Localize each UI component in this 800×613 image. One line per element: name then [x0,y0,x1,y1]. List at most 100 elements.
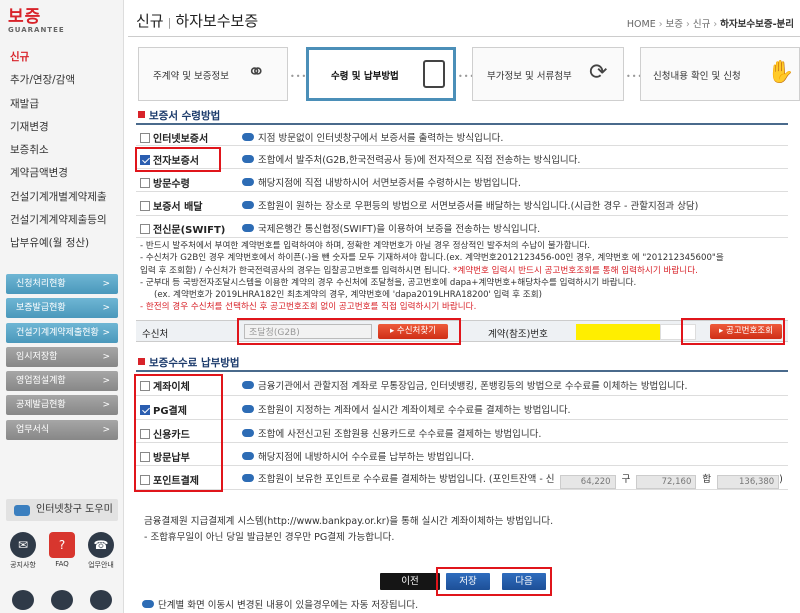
receive-option-visit[interactable]: 방문수령 [140,175,190,190]
section-bullet-icon [138,111,145,118]
points-old-value: 72,160 [636,475,697,489]
receive-section-title: 보증서 수령방법 [138,108,220,123]
checkbox-internet[interactable] [140,133,150,143]
sidebar-item-payment-defer[interactable]: 납부유예(월 정산) [0,232,124,255]
receive-option-swift[interactable]: 전신문(SWIFT) [140,221,225,236]
receive-option-row: 전자보증서 조합에서 발주처(G2B,한국전력공사 등)에 전자적으로 직접 전… [136,146,788,169]
sidebar-item-cancel[interactable]: 보증취소 [0,139,124,162]
chevron-right-icon: > [102,400,110,411]
refresh-icon: ⟳ [589,60,608,85]
points-old-label: 구 [621,474,631,485]
checkbox-delivery[interactable] [140,201,150,211]
speech-bubble-icon [142,600,154,608]
receive-option-electronic[interactable]: 전자보증서 [140,152,199,167]
main-content: 신규 | 하자보수보증 HOME › 보증 › 신규 › 하자보수보증-분리 주계약 및 보증정… [124,0,800,613]
breadcrumb-new[interactable]: 신규 [693,19,710,30]
sidebar-menu: 신규 추가/연장/감액 재발급 기재변경 보증취소 계약금액변경 건설기계개별계… [0,46,124,256]
option-label: 인터넷보증서 [153,134,209,145]
checkbox-transfer[interactable] [140,381,150,391]
payment-option-points[interactable]: 포인트결제 [140,472,199,487]
chevron-right-icon: > [102,376,110,387]
option-label: 방문납부 [153,453,190,464]
payment-option-visit[interactable]: 방문납부 [140,449,190,464]
checkbox-card[interactable] [140,429,150,439]
helper-icons: ✉ 공지사항 ? FAQ ☎ 업무안내 [6,532,118,570]
status-button-label: 영업점설계함 [16,376,66,387]
step-1-contract-info[interactable]: 주계약 및 보증정보 ⚭ [138,47,288,101]
step-2-receive-payment[interactable]: 수령 및 납부방법 [306,47,456,101]
receiver-search-button[interactable]: ▸ 수신처찾기 [378,324,448,339]
prev-button[interactable]: 이전 [380,573,440,590]
payment-option-pg[interactable]: PG결제 [140,402,187,417]
option-label: 포인트결제 [153,476,199,487]
status-button-branch-design[interactable]: 영업점설계함 > [6,371,118,392]
document-icon[interactable] [90,590,112,610]
status-button-label: 보증발급현황 [16,303,66,314]
sidebar-item-machine-contract-etc[interactable]: 건설기계계약제출등의 [0,209,124,232]
option-desc-text: 조합원이 보유한 포인트로 수수료를 결제하는 방법입니다. (포인트잔액 - … [258,474,555,485]
checkbox-swift[interactable] [140,224,150,234]
chevron-right-icon: > [102,303,110,314]
step-dots: ••• [290,72,308,81]
checkbox-points[interactable] [140,475,150,485]
group-icon[interactable] [51,590,73,610]
option-desc-text: 국제은행간 통신협정(SWIFT)을 이용하여 보증을 전송하는 방식입니다. [258,224,541,235]
checkbox-electronic[interactable] [140,155,150,165]
breadcrumb-sep-icon: › [658,19,663,30]
checkbox-visit-pay[interactable] [140,452,150,462]
step-label: 신청내용 확인 및 신청 [653,71,741,82]
helper-notice[interactable]: ✉ 공지사항 [6,532,40,570]
breadcrumb-guarantee[interactable]: 보증 [666,19,683,30]
receive-option-internet[interactable]: 인터넷보증서 [140,130,208,145]
helper-guide[interactable]: ☎ 업무안내 [84,532,118,570]
payment-option-card[interactable]: 신용카드 [140,426,190,441]
status-button-forms[interactable]: 업무서식 > [6,419,118,440]
step-label: 수령 및 납부방법 [331,71,399,82]
step-label: 부가정보 및 서류첨부 [487,71,572,82]
option-desc: 지점 방문없이 인터넷창구에서 보증서를 출력하는 방식입니다. [242,130,503,144]
option-desc: 해당지점에 직접 내방하시어 서면보증서를 수령하시는 방법입니다. [242,175,521,189]
status-button-applications[interactable]: 신청처리현황 > [6,274,118,294]
checkbox-pg[interactable] [140,405,150,415]
contract-number-input-suffix[interactable] [660,324,696,340]
next-button[interactable]: 다음 [502,573,546,590]
step-4-confirm-submit[interactable]: 신청내용 확인 및 신청 ✋ [640,47,800,101]
checkbox-visit[interactable] [140,178,150,188]
note-line-text: 입력 후 조회함) / 수신처가 한국전력공사의 경우는 입찰공고번호를 입력하… [140,265,451,276]
sidebar-item-add-extend[interactable]: 추가/연장/감액 [0,69,124,92]
receive-option-row: 인터넷보증서 지점 방문없이 인터넷창구에서 보증서를 출력하는 방식입니다. [136,125,788,146]
notice-number-search-button[interactable]: ▸ 공고번호조회 [710,324,782,339]
hand-icon: ✋ [767,60,795,85]
option-desc-text: 지점 방문없이 인터넷창구에서 보증서를 출력하는 방식입니다. [258,133,504,144]
option-desc: 해당지점에 내방하시어 수수료를 납부하는 방법입니다. [242,449,474,463]
sidebar-item-amount-change[interactable]: 계약금액변경 [0,162,124,185]
step-3-extra-info[interactable]: 부가정보 및 서류첨부 ⟳ [472,47,624,101]
breadcrumb-home[interactable]: HOME [627,19,656,30]
sidebar-item-machine-contract[interactable]: 건설기계개별계약제출 [0,186,124,209]
logo-main: 보증 [8,7,42,27]
pg-info-line: - 조합휴무일이 아닌 당일 발급분인 경우만 PG결제 가능합니다. [144,532,395,543]
status-button-temp-saved[interactable]: 임시저장함 > [6,346,118,367]
note-line: - 반드시 발주처에서 부여한 계약번호를 입력하여야 하며, 정확한 계약번호… [140,241,591,251]
chat-bubble-icon [14,505,30,516]
page-title: 신규 | 하자보수보증 [136,10,258,31]
receive-option-delivery[interactable]: 보증서 배달 [140,198,202,213]
status-button-issued[interactable]: 보증발급현황 > [6,298,118,319]
speech-bubble-icon [242,405,254,413]
receive-section-title-text: 보증서 수령방법 [149,110,221,122]
contract-number-input[interactable] [576,324,660,340]
payment-option-transfer[interactable]: 계좌이체 [140,378,190,393]
status-button-deduction[interactable]: 공제발급현황 > [6,395,118,416]
status-button-machine[interactable]: 건설기계계약제출현황 > [6,322,118,343]
sidebar-item-reissue[interactable]: 재발급 [0,93,124,116]
sidebar-item-modify[interactable]: 기재변경 [0,116,124,139]
sidebar-item-new[interactable]: 신규 [0,46,124,69]
person-icon[interactable] [12,590,34,610]
save-button[interactable]: 저장 [446,573,490,590]
receiver-input[interactable] [244,324,372,339]
speech-bubble-icon [242,381,254,389]
points-close-paren: ) [779,474,783,485]
helper-faq[interactable]: ? FAQ [45,532,79,570]
option-label: 전신문(SWIFT) [153,225,226,236]
bottom-note: 단계별 화면 이동시 변경된 내용이 있을경우에는 자동 저장됩니다. [142,597,418,611]
